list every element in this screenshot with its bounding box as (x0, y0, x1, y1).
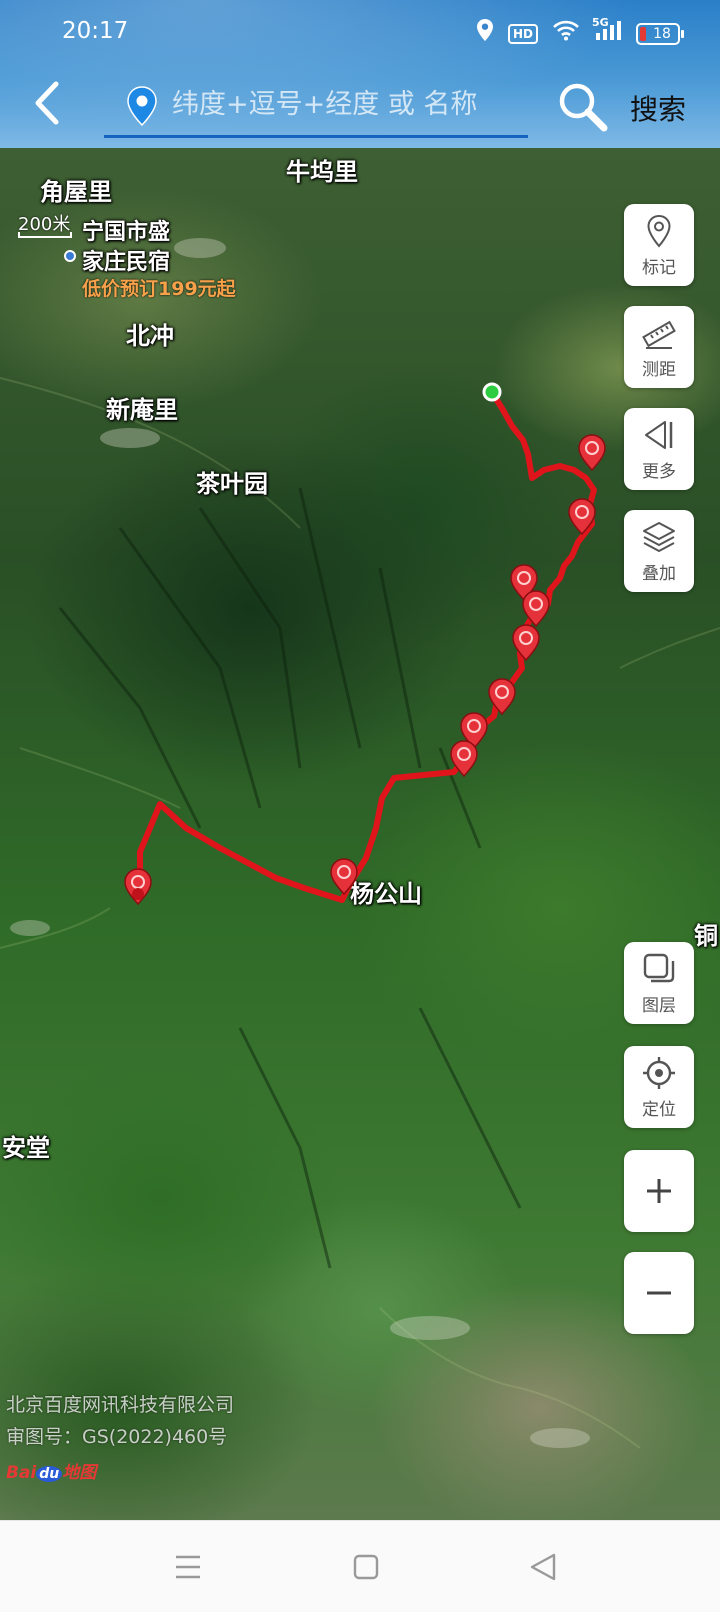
location-status-icon (476, 18, 494, 49)
measure-tool-label: 测距 (642, 359, 676, 380)
search-input[interactable] (172, 84, 522, 124)
map-approval-number: 审图号：GS(2022)460号 (6, 1426, 228, 1448)
mark-tool-label: 标记 (642, 257, 676, 278)
location-pin-icon (127, 86, 157, 126)
mark-tool-button[interactable]: 标记 (624, 204, 694, 286)
search-box[interactable] (104, 72, 528, 138)
route-layer (124, 382, 606, 906)
overlay-tool-label: 叠加 (642, 563, 676, 584)
collapse-panel-icon (645, 420, 673, 449)
network-type: 5G (592, 16, 609, 29)
minus-icon (647, 1291, 671, 1295)
status-bar: 20:17 HD 5G 18 (0, 0, 720, 62)
waypoint-marker (330, 858, 358, 896)
ruler-icon (642, 320, 676, 349)
top-header: 20:17 HD 5G 18 纬度+逗号+经度 或 名称 搜索 (0, 0, 720, 148)
battery-icon: 18 (636, 22, 684, 45)
system-navigation-bar (0, 1520, 720, 1612)
zoom-out-button[interactable] (624, 1252, 694, 1334)
chevron-left-icon (35, 81, 59, 125)
satellite-map[interactable]: 牛坞里 角屋里 北冲 新庵里 茶叶园 杨公山 安堂 铜 200米 宁国市盛 家庄… (0, 148, 720, 1520)
marker-outline-icon (647, 214, 671, 248)
back-button[interactable] (24, 78, 68, 128)
layers-square-icon (643, 953, 675, 982)
more-tool-label: 更多 (642, 461, 676, 482)
route-end-marker (132, 888, 144, 900)
back-triangle-icon[interactable] (524, 1547, 564, 1587)
battery-level: 18 (653, 25, 671, 42)
route-start-marker (482, 382, 502, 402)
cellular-signal-icon: 5G (592, 16, 622, 48)
wifi-icon (552, 19, 580, 48)
status-icons: HD 5G 18 (476, 16, 684, 49)
home-icon[interactable] (346, 1547, 386, 1587)
waypoint-marker (578, 434, 606, 472)
layers-stack-icon (643, 521, 675, 552)
layers-tool-label: 图层 (642, 995, 676, 1016)
hd-badge: HD (507, 23, 538, 44)
layers-tool-button[interactable]: 图层 (624, 942, 694, 1024)
locate-tool-button[interactable]: 定位 (624, 1046, 694, 1128)
baidu-map-logo: Bai du 地图 (6, 1463, 97, 1483)
status-time: 20:17 (62, 18, 129, 44)
crosshair-icon (643, 1056, 675, 1089)
zoom-in-button[interactable] (624, 1150, 694, 1232)
overlay-tool-button[interactable]: 叠加 (624, 510, 694, 592)
more-tool-button[interactable]: 更多 (624, 408, 694, 490)
measure-tool-button[interactable]: 测距 (624, 306, 694, 388)
search-icon[interactable] (556, 80, 608, 132)
map-copyright: 北京百度网讯科技有限公司 (6, 1394, 235, 1416)
menu-icon[interactable] (168, 1547, 208, 1587)
search-button[interactable]: 搜索 (630, 88, 686, 128)
locate-tool-label: 定位 (642, 1099, 676, 1120)
waypoint-marker (512, 624, 540, 662)
plus-icon (647, 1179, 671, 1203)
